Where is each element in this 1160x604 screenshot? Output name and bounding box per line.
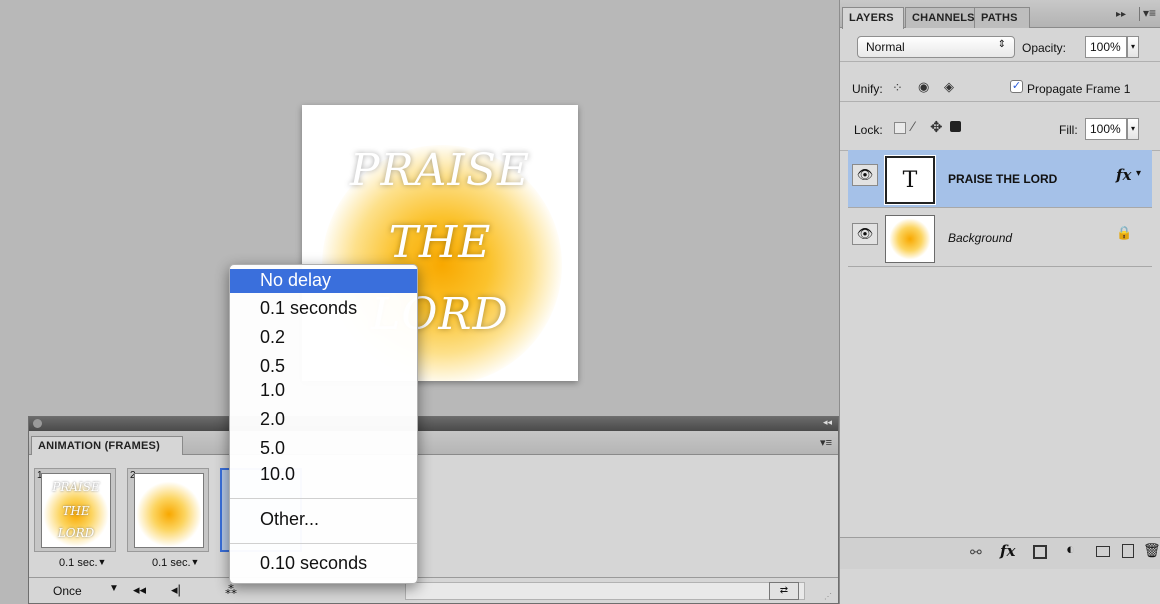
panel-menu-icon[interactable]: ▾≡ (820, 436, 832, 449)
collapse-icon[interactable]: ◂◂ (823, 417, 832, 428)
frame-delay-menu: No delay 0.1 seconds 0.2 0.5 1.0 2.0 5.0… (229, 264, 418, 584)
thumb-text-1: PRAISE (52, 480, 100, 494)
opacity-dropdown-icon[interactable]: ▾ (1127, 36, 1139, 58)
delete-layer-icon[interactable]: 🗑 (1143, 542, 1160, 559)
add-mask-icon[interactable] (1033, 545, 1047, 559)
lock-label: Lock: (854, 123, 883, 137)
opacity-input[interactable]: 100% (1085, 36, 1127, 58)
layer-name[interactable]: Background (948, 231, 1012, 245)
text-layer-thumbnail[interactable]: T (884, 155, 936, 205)
unify-visibility-icon[interactable]: ◉ (918, 79, 929, 95)
unify-style-icon[interactable]: ◈ (944, 79, 954, 95)
link-layers-icon[interactable]: ⚯ (970, 544, 982, 561)
propagate-label: Propagate Frame 1 (1027, 82, 1131, 96)
fill-dropdown-icon[interactable]: ▾ (1127, 118, 1139, 140)
menu-item-no-delay[interactable]: No delay (230, 269, 417, 293)
fill-input[interactable]: 100% (1085, 118, 1127, 140)
blend-mode-value: Normal (866, 40, 905, 54)
resize-grip-icon[interactable]: ⋰ (824, 592, 832, 601)
updown-icon: ⇕ (997, 39, 1006, 50)
tab-layers[interactable]: LAYERS (842, 7, 904, 29)
tab-channels[interactable]: CHANNELS (905, 7, 975, 28)
layer-row-background[interactable]: 👁 Background 🔒 (848, 209, 1152, 267)
menu-item-2-0[interactable]: 2.0 (230, 408, 417, 432)
layers-panel: LAYERS CHANNELS PATHS ▸▸ ▾≡ Normal ⇕ Opa… (839, 0, 1160, 604)
tab-paths[interactable]: PATHS (974, 7, 1030, 28)
menu-item-5-0[interactable]: 5.0 (230, 437, 417, 461)
menu-separator (230, 498, 417, 499)
menu-separator (230, 543, 417, 544)
frame-2-delay[interactable]: 0.1 sec.▼ (152, 557, 199, 569)
lock-position-icon[interactable]: ✥ (930, 118, 943, 136)
lock-transparency-icon[interactable] (894, 122, 906, 134)
animation-tabbar: ANIMATION (FRAMES) ▾≡ (29, 431, 838, 455)
tab-animation-frames[interactable]: ANIMATION (FRAMES) (31, 436, 183, 455)
fx-icon[interactable]: fx (1116, 166, 1131, 184)
layers-tabbar: LAYERS CHANNELS PATHS ▸▸ ▾≡ (840, 0, 1160, 29)
animation-titlebar[interactable]: ◂◂ (29, 417, 838, 431)
blend-row: Normal ⇕ Opacity: 100% ▾ (840, 29, 1160, 62)
propagate-checkbox[interactable]: ✓ (1010, 80, 1023, 93)
frame-thumbnail (134, 473, 204, 548)
tween-icon[interactable]: ⁂ (225, 583, 237, 597)
animation-toolbar: Once ▼ ◂◂ ◂| ⁂ ⇄ ⋰ (29, 577, 838, 603)
frame-delay-value: 0.1 sec. (59, 557, 98, 569)
animation-panel: ◂◂ ANIMATION (FRAMES) ▾≡ 1 PRAISE THE LO… (28, 416, 839, 604)
layers-bottom-toolbar: ⚯ fx ◐ 🗑 (840, 537, 1160, 569)
lock-all-icon[interactable] (950, 121, 961, 132)
unify-position-icon[interactable]: ⁘ (892, 80, 903, 96)
expand-effects-icon[interactable]: ▾ (1136, 168, 1141, 179)
lock-pixels-icon[interactable]: ⁄ (912, 118, 914, 134)
unify-label: Unify: (852, 82, 883, 96)
eye-icon[interactable]: 👁 (852, 164, 878, 186)
menu-item-0-2[interactable]: 0.2 (230, 326, 417, 350)
unify-row: Unify: ⁘ ◉ ◈ ✓ Propagate Frame 1 (840, 62, 1160, 102)
thumb-text-3: LORD (57, 526, 95, 540)
menu-item-other[interactable]: Other... (230, 508, 417, 532)
loop-select[interactable]: Once (53, 584, 82, 598)
menu-item-0-5[interactable]: 0.5 (230, 355, 417, 379)
background-layer-thumbnail[interactable] (885, 215, 935, 263)
lock-row: Lock: ⁄ ✥ Fill: 100% ▾ (840, 103, 1160, 151)
opacity-label: Opacity: (1022, 41, 1067, 55)
adjustment-layer-icon[interactable]: ◐ (1066, 541, 1075, 558)
menu-item-current-delay[interactable]: 0.10 seconds (230, 552, 417, 576)
frame-1-delay[interactable]: 0.1 sec.▼ (59, 557, 106, 569)
layer-row-text[interactable]: 👁 T PRAISE THE LORD fx ▾ (848, 150, 1152, 208)
frame-2[interactable]: 2 (127, 468, 209, 552)
frame-delay-value: 0.1 sec. (152, 557, 191, 569)
panel-menu-icon[interactable]: ▾≡ (1143, 6, 1156, 20)
fill-label: Fill: (1059, 123, 1078, 137)
lock-icon: 🔒 (1116, 225, 1133, 240)
frame-thumbnail: PRAISE THE LORD (41, 473, 111, 548)
canvas-text-line-2: THE (388, 217, 492, 268)
new-layer-icon[interactable] (1122, 544, 1134, 558)
canvas-text-line-1: PRAISE (349, 145, 531, 196)
convert-timeline-icon[interactable]: ⇄ (769, 582, 799, 600)
menu-item-1-0[interactable]: 1.0 (230, 379, 417, 403)
menu-item-10-0[interactable]: 10.0 (230, 463, 417, 487)
first-frame-icon[interactable]: ◂◂ (133, 582, 146, 598)
collapse-icon[interactable]: ▸▸ (1116, 9, 1126, 20)
tabbar-divider (1139, 7, 1140, 21)
thumb-text-2: THE (62, 504, 90, 518)
loop-dropdown-icon[interactable]: ▼ (109, 583, 119, 594)
previous-frame-icon[interactable]: ◂| (171, 582, 181, 598)
menu-item-0-1-seconds[interactable]: 0.1 seconds (230, 297, 417, 321)
close-icon[interactable] (33, 419, 42, 428)
blend-mode-select[interactable]: Normal ⇕ (857, 36, 1015, 58)
timeline-scrollbar[interactable] (405, 582, 805, 600)
new-group-icon[interactable] (1096, 546, 1110, 557)
add-style-icon[interactable]: fx (1000, 542, 1015, 560)
layer-name[interactable]: PRAISE THE LORD (948, 172, 1057, 186)
frame-1[interactable]: 1 PRAISE THE LORD (34, 468, 116, 552)
eye-icon[interactable]: 👁 (852, 223, 878, 245)
